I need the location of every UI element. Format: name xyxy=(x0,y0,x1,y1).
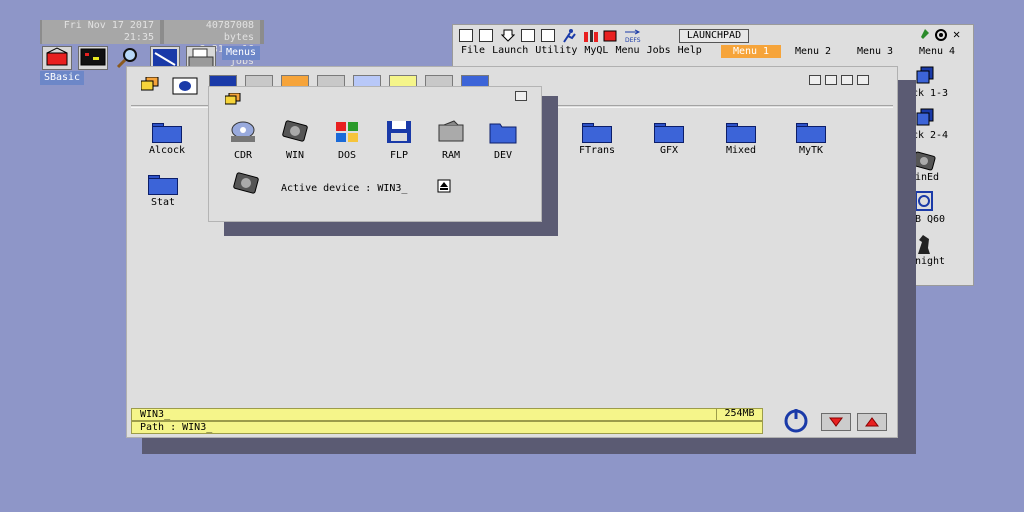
settings-icon[interactable] xyxy=(935,29,947,41)
pin-icon[interactable] xyxy=(919,29,931,41)
device-label: DOS xyxy=(337,150,357,161)
folder-icon xyxy=(489,123,517,144)
menu-help[interactable]: Help xyxy=(678,45,702,56)
menu-lines-icon[interactable] xyxy=(809,75,821,85)
defs-icon[interactable]: DEFS xyxy=(623,29,643,44)
arrow-up-icon xyxy=(865,417,879,427)
home-icon[interactable] xyxy=(42,46,72,70)
folder-item[interactable]: Mixed xyxy=(711,123,771,156)
files-window-controls xyxy=(805,75,869,88)
eye-icon[interactable] xyxy=(171,75,199,97)
launchpad-menubar: File Launch Utility MyQL Menu Jobs Help xyxy=(461,45,709,56)
folder-label: MyTK xyxy=(798,145,824,156)
runner-icon[interactable] xyxy=(561,29,576,43)
scroll-up-button[interactable] xyxy=(857,413,887,431)
device-label: RAM xyxy=(441,150,461,161)
device-ram[interactable]: RAM xyxy=(431,119,471,161)
svg-text:DEFS: DEFS xyxy=(625,37,641,43)
power-icon[interactable] xyxy=(781,407,811,433)
home-icon-graphic xyxy=(46,47,68,66)
menu-myql[interactable]: MyQL xyxy=(584,45,608,56)
menu-utility[interactable]: Utility xyxy=(535,45,577,56)
tools-icon[interactable] xyxy=(583,29,598,42)
dialog-close-icon[interactable] xyxy=(515,91,527,101)
resize-icon[interactable] xyxy=(841,75,853,85)
folder-icon xyxy=(796,123,826,143)
memory-label: 40787008 bytes xyxy=(205,20,254,43)
arrow-down-icon[interactable] xyxy=(500,29,516,42)
folder-label: Stat xyxy=(150,197,176,208)
folder-icon xyxy=(654,123,684,143)
path-bar: Path : WIN3_ xyxy=(131,421,763,434)
date-label: Fri Nov 17 2017 xyxy=(63,20,154,31)
folder-item[interactable]: Alcock xyxy=(137,123,197,156)
ram-icon xyxy=(438,120,464,142)
device-label: CDR xyxy=(233,150,253,161)
copy-icon[interactable] xyxy=(541,29,555,42)
menus-button[interactable]: Menus xyxy=(222,46,260,60)
device-cdr[interactable]: CDR xyxy=(223,119,263,161)
folder-label: GFX xyxy=(659,145,679,156)
window-icon[interactable] xyxy=(459,29,473,42)
device-win[interactable]: WIN xyxy=(275,119,315,161)
date-time-cell: Fri Nov 17 2017 21:35 xyxy=(42,20,160,44)
launchpad-title: LAUNCHPAD xyxy=(679,29,749,43)
folder-icon xyxy=(726,123,756,143)
hard-disk-icon xyxy=(282,120,308,142)
device-dev[interactable]: DEV xyxy=(483,119,523,161)
folder-label: FTrans xyxy=(578,145,616,156)
folder-icon xyxy=(152,123,182,143)
windows-logo-icon xyxy=(336,122,358,142)
tab-menu-2[interactable]: Menu 2 xyxy=(783,45,843,58)
active-device-label: Active device : WIN3_ xyxy=(281,183,408,194)
menu-jobs[interactable]: Jobs xyxy=(647,45,671,56)
menu-launch[interactable]: Launch xyxy=(492,45,528,56)
tab-menu-3[interactable]: Menu 3 xyxy=(845,45,905,58)
current-device: WIN3_ xyxy=(140,409,171,420)
menu-file[interactable]: File xyxy=(461,45,485,56)
close-icon[interactable]: ✕ xyxy=(953,28,965,40)
device-dialog: CDR WIN DOS FLP RAM DEV Active device : … xyxy=(208,86,542,222)
device-size: 254MB xyxy=(716,408,762,421)
folder-item[interactable]: FTrans xyxy=(567,123,627,156)
windows-icon[interactable] xyxy=(140,76,159,91)
memory-cell: 40787008 bytes 3.31 16 jobs xyxy=(164,20,260,67)
menu-menu[interactable]: Menu xyxy=(615,45,639,56)
cd-drive-icon xyxy=(231,121,255,142)
folder-icon[interactable] xyxy=(479,29,493,42)
save-icon[interactable] xyxy=(521,29,535,42)
tab-menu-4[interactable]: Menu 4 xyxy=(907,45,967,58)
close-icon[interactable] xyxy=(857,75,869,85)
system-status-box: Fri Nov 17 2017 21:35 40787008 bytes 3.3… xyxy=(40,20,264,67)
screen-icon[interactable] xyxy=(78,46,108,70)
device-label: DEV xyxy=(493,150,513,161)
folder-label: Mixed xyxy=(725,145,757,156)
device-flp[interactable]: FLP xyxy=(379,119,419,161)
device-label: FLP xyxy=(389,150,409,161)
folder-icon xyxy=(582,123,612,143)
windows-icon xyxy=(224,92,241,105)
iconify-icon[interactable] xyxy=(825,75,837,85)
memory-chip-icon[interactable] xyxy=(603,29,617,42)
tab-menu-1[interactable]: Menu 1 xyxy=(721,45,781,58)
active-device-icon xyxy=(231,171,263,197)
eject-icon[interactable] xyxy=(437,179,451,193)
device-dos[interactable]: DOS xyxy=(327,119,367,161)
folder-item[interactable]: GFX xyxy=(639,123,699,156)
folder-item[interactable]: MyTK xyxy=(781,123,841,156)
folder-icon xyxy=(148,175,178,195)
folder-item[interactable]: Stat xyxy=(133,175,193,208)
floppy-icon xyxy=(387,121,411,143)
device-label: WIN xyxy=(285,150,305,161)
folder-label: Alcock xyxy=(148,145,186,156)
device-status-bar: WIN3_ 254MB xyxy=(131,408,763,421)
sbasic-button[interactable]: SBasic xyxy=(40,71,84,85)
screen-icon-graphic xyxy=(80,48,106,66)
time-label: 21:35 xyxy=(123,32,154,43)
scroll-down-button[interactable] xyxy=(821,413,851,431)
arrow-down-icon xyxy=(829,417,843,427)
